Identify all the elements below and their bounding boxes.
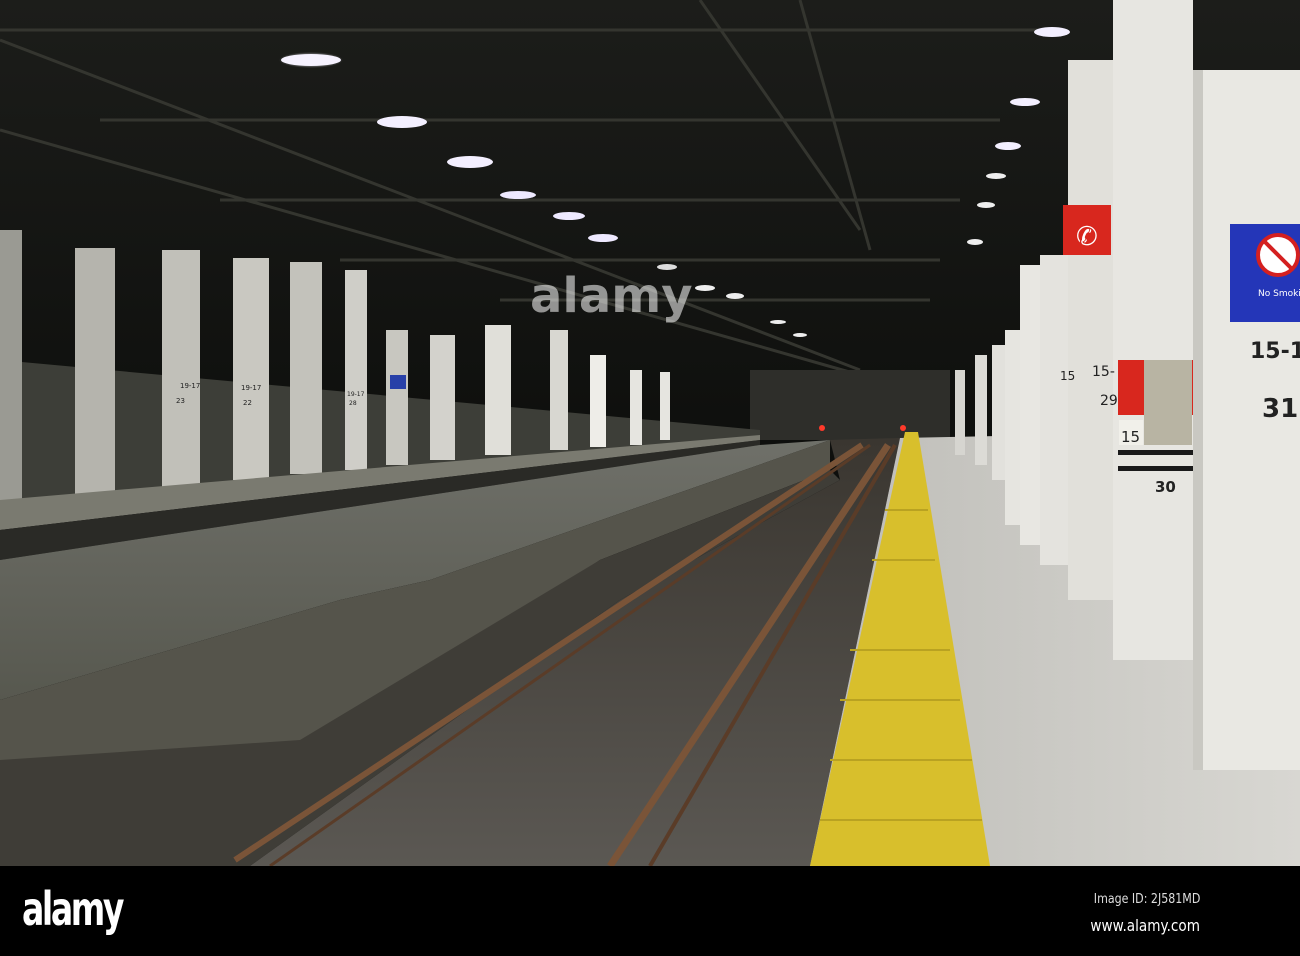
no-smoking-sign: No Smoking [1230,224,1300,322]
pillar-label: 31 [1262,394,1298,424]
image-id: Image ID: 2J581MD [1093,892,1200,907]
pillar-label: 15- [1092,364,1115,380]
pillar-label: 22 [243,399,252,407]
alamy-logo[interactable]: alamy [22,882,125,936]
pillar-label: 19-17 [180,382,200,390]
pillar-label: 15-1 [1250,339,1300,364]
pillar-label: 23 [176,397,185,405]
svg-text:✆: ✆ [1076,222,1098,252]
payphone [1144,360,1192,445]
pillar-label: 19-17 [241,384,261,392]
far-end-wall [750,370,950,440]
pillar-label: 15 [1060,369,1075,383]
pillar-label: 28 [349,400,357,407]
pillar-label: 19-17 [347,391,365,398]
pillar-label: 30 [1155,478,1176,496]
no-smoking-text: No Smoking [1258,289,1300,299]
watermark: alamy [530,268,693,324]
site-url[interactable]: www.alamy.com [1090,916,1200,935]
pillar-label: 15 [1121,428,1140,446]
pillar-label: 29 [1100,393,1118,409]
train-platform-photo: 19-17 23 19-17 22 19-17 28 ✆ 15 15- 29 1… [0,0,1300,866]
footer-bar: alamy Image ID: 2J581MD www.alamy.com [0,866,1300,956]
